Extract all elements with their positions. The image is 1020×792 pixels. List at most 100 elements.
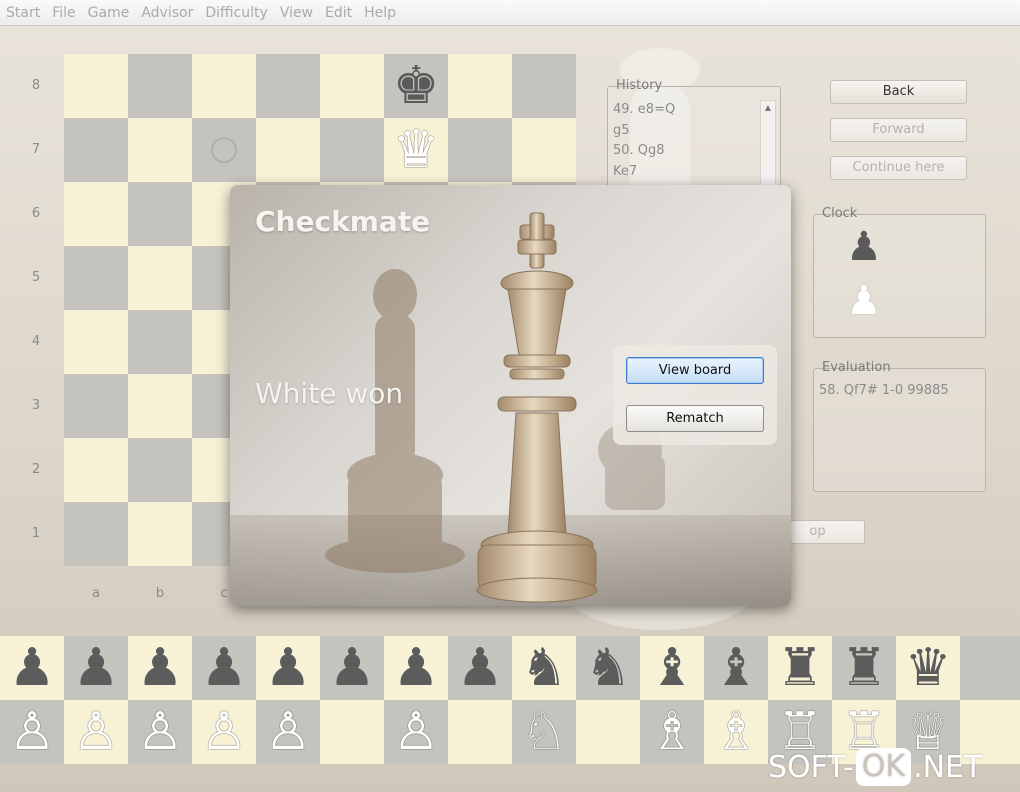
continue-here-button[interactable]: Continue here (830, 156, 967, 180)
square-c8[interactable] (192, 54, 256, 118)
square-f7[interactable]: ♛ (384, 118, 448, 182)
square-d7[interactable] (256, 118, 320, 182)
back-button[interactable]: Back (830, 80, 967, 104)
history-move[interactable]: Ke7 (613, 162, 675, 183)
rank-label-2: 2 (31, 462, 41, 477)
rank-label-1: 1 (31, 526, 41, 541)
history-scrollbar[interactable]: ▲ (760, 100, 776, 190)
captured-piece-icon: ♙ (8, 702, 56, 762)
history-move[interactable]: 50. Qg8 (613, 141, 675, 162)
captured-piece-icon: ♞ (584, 638, 632, 698)
captured-slot: ♟ (384, 636, 448, 700)
captured-piece-icon: ♟ (392, 638, 440, 698)
black-king-icon[interactable]: ♚ (393, 60, 440, 112)
captured-slot: ♛ (896, 636, 960, 700)
menu-advisor[interactable]: Advisor (135, 5, 199, 21)
captured-slot: ♞ (512, 636, 576, 700)
square-b4[interactable] (128, 310, 192, 374)
captured-piece-icon: ♟ (8, 638, 56, 698)
menu-game[interactable]: Game (82, 5, 136, 21)
captured-piece-icon: ♟ (136, 638, 184, 698)
square-b5[interactable] (128, 246, 192, 310)
square-a8[interactable] (64, 54, 128, 118)
square-a7[interactable] (64, 118, 128, 182)
menu-difficulty[interactable]: Difficulty (199, 5, 273, 21)
scroll-up-icon[interactable]: ▲ (761, 101, 775, 115)
menu-bar: Start File Game Advisor Difficulty View Edit He… (0, 0, 1020, 26)
captured-slot: ♟ (128, 636, 192, 700)
captured-piece-icon: ♝ (712, 638, 760, 698)
captured-slot: ♙ (256, 700, 320, 764)
menu-help[interactable]: Help (358, 5, 402, 21)
forward-button[interactable]: Forward (830, 118, 967, 142)
menu-file[interactable]: File (46, 5, 81, 21)
rematch-button[interactable]: Rematch (626, 405, 764, 432)
captured-slot: ♙ (64, 700, 128, 764)
file-label-a: a (92, 586, 100, 601)
square-a2[interactable] (64, 438, 128, 502)
menu-edit[interactable]: Edit (319, 5, 358, 21)
captured-slot: ♟ (320, 636, 384, 700)
captured-slot (576, 700, 640, 764)
square-b8[interactable] (128, 54, 192, 118)
captured-slot: ♝ (704, 636, 768, 700)
history-move[interactable]: 49. e8=Q (613, 100, 675, 121)
watermark: SOFT- OK .NET (768, 747, 982, 787)
captured-piece-icon: ♘ (520, 702, 568, 762)
square-b1[interactable] (128, 502, 192, 566)
rank-label-6: 6 (31, 206, 41, 221)
history-list[interactable]: 49. e8=Q g5 50. Qg8 Ke7 (613, 100, 675, 182)
captured-slot: ♗ (640, 700, 704, 764)
checkmate-dialog: Checkmate White won View board Rematch (230, 185, 791, 606)
captured-piece-icon: ♜ (840, 638, 888, 698)
captured-slot: ♝ (640, 636, 704, 700)
square-h8[interactable] (512, 54, 576, 118)
captured-slot: ♜ (832, 636, 896, 700)
captured-slot: ♜ (768, 636, 832, 700)
captured-piece-icon: ♟ (72, 638, 120, 698)
square-g8[interactable] (448, 54, 512, 118)
captured-slot (960, 636, 1020, 700)
clock-title: Clock (822, 206, 858, 221)
view-board-button[interactable]: View board (626, 357, 764, 384)
evaluation-panel: Evaluation 58. Qf7# 1-0 99885 (813, 360, 986, 492)
menu-view[interactable]: View (274, 5, 319, 21)
square-a4[interactable] (64, 310, 128, 374)
square-f8[interactable]: ♚ (384, 54, 448, 118)
evaluation-title: Evaluation (822, 360, 891, 375)
captured-piece-icon: ♙ (392, 702, 440, 762)
captured-piece-icon: ♛ (904, 638, 952, 698)
captured-slot: ♟ (64, 636, 128, 700)
watermark-right: .NET (913, 749, 983, 785)
square-c7[interactable] (192, 118, 256, 182)
square-a6[interactable] (64, 182, 128, 246)
square-h7[interactable] (512, 118, 576, 182)
captured-slot: ♙ (192, 700, 256, 764)
square-a5[interactable] (64, 246, 128, 310)
square-b2[interactable] (128, 438, 192, 502)
rank-label-5: 5 (31, 270, 41, 285)
square-e8[interactable] (320, 54, 384, 118)
square-b3[interactable] (128, 374, 192, 438)
white-queen-icon[interactable]: ♛ (393, 124, 440, 176)
captured-piece-icon: ♝ (648, 638, 696, 698)
square-d8[interactable] (256, 54, 320, 118)
history-move[interactable]: g5 (613, 121, 675, 142)
captured-slot: ♟ (256, 636, 320, 700)
square-e7[interactable] (320, 118, 384, 182)
captured-piece-icon: ♜ (776, 638, 824, 698)
square-a3[interactable] (64, 374, 128, 438)
file-label-b: b (155, 586, 165, 601)
square-b7[interactable] (128, 118, 192, 182)
menu-start[interactable]: Start (0, 5, 46, 21)
captured-piece-icon: ♗ (648, 702, 696, 762)
captured-piece-icon: ♙ (136, 702, 184, 762)
captured-piece-icon: ♗ (712, 702, 760, 762)
result-text: White won (255, 377, 404, 410)
square-g7[interactable] (448, 118, 512, 182)
square-a1[interactable] (64, 502, 128, 566)
captured-piece-icon: ♟ (264, 638, 312, 698)
captured-piece-icon: ♟ (328, 638, 376, 698)
captured-piece-icon: ♟ (200, 638, 248, 698)
square-b6[interactable] (128, 182, 192, 246)
